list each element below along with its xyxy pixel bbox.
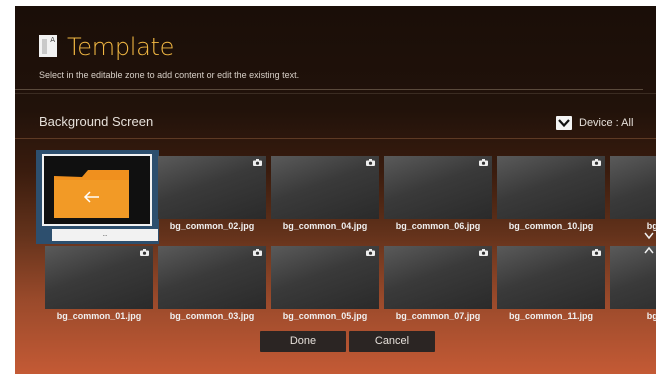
image-filename: bg_common_03.jpg — [169, 311, 255, 321]
camera-icon — [592, 159, 601, 166]
camera-icon — [140, 249, 149, 256]
camera-icon — [479, 159, 488, 166]
image-thumbnail[interactable] — [384, 246, 492, 309]
camera-icon — [592, 249, 601, 256]
image-filename: bg_common_05.jpg — [282, 311, 368, 321]
camera-icon — [366, 159, 375, 166]
image-thumbnail[interactable] — [271, 156, 379, 219]
image-thumbnail[interactable] — [610, 156, 656, 219]
image-thumbnail[interactable] — [271, 246, 379, 309]
image-thumbnail[interactable] — [497, 246, 605, 309]
image-grid: bg_common_02.jpg bg_common_04.jpg bg_commo… — [15, 6, 656, 374]
image-thumbnail[interactable] — [158, 156, 266, 219]
image-thumbnail[interactable] — [384, 156, 492, 219]
cancel-button[interactable]: Cancel — [349, 331, 435, 352]
camera-icon — [479, 249, 488, 256]
template-screen: A Template Select in the editable zone t… — [15, 6, 656, 374]
camera-icon — [366, 249, 375, 256]
image-filename: bg_common_10.jpg — [508, 221, 594, 231]
image-filename: bg_common_06.jpg — [395, 221, 481, 231]
camera-icon — [253, 249, 262, 256]
image-filename: bg_common_01.jpg — [56, 311, 142, 321]
done-button[interactable]: Done — [260, 331, 346, 352]
image-thumbnail[interactable] — [497, 156, 605, 219]
chevron-up-icon[interactable] — [643, 244, 655, 256]
image-filename: bg_common_04.jpg — [282, 221, 368, 231]
image-filename: bg_common_11.jpg — [508, 311, 594, 321]
image-filename: bg_common_02.jpg — [169, 221, 255, 231]
image-filename: bg_common_07.jpg — [395, 311, 481, 321]
image-thumbnail[interactable] — [158, 246, 266, 309]
image-thumbnail[interactable] — [45, 246, 153, 309]
image-filename: bg_com — [646, 311, 656, 321]
chevron-down-icon[interactable] — [643, 230, 655, 242]
camera-icon — [253, 159, 262, 166]
